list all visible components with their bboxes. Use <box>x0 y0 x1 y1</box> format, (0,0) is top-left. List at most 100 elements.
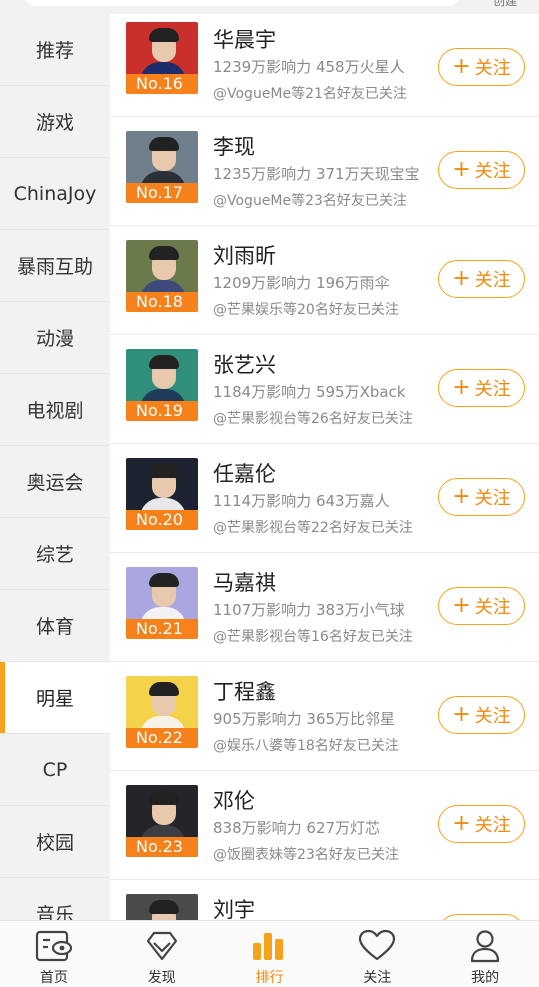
influence-stats: 1107万影响力 383万小气球 <box>213 601 405 619</box>
friends-following: @芒果娱乐等20名好友已关注 <box>213 302 399 318</box>
plus-icon: + <box>452 266 471 291</box>
category-label: 游戏 <box>35 112 74 134</box>
follow-label: 关注 <box>474 815 511 836</box>
category-item[interactable]: CP <box>0 734 110 806</box>
rank-badge: No.19 <box>126 401 198 421</box>
friends-following: @芒果影视台等26名好友已关注 <box>213 411 413 427</box>
celebrity-avatar[interactable]: No.18 <box>126 240 198 312</box>
top-search-bar: 创建 <box>0 0 539 14</box>
category-item[interactable]: 音乐 <box>0 878 110 920</box>
celebrity-avatar[interactable]: No.22 <box>126 676 198 748</box>
ranking-card[interactable]: No.17 李现 1235万影响力 371万天现宝宝 @VogueMe等23名好友已关… <box>110 117 539 226</box>
follow-button[interactable]: +关注 <box>438 587 525 625</box>
celebrity-name[interactable]: 李现 <box>213 131 255 161</box>
category-label: 推荐 <box>35 40 74 62</box>
rank-badge: No.18 <box>126 292 198 312</box>
category-item[interactable]: 推荐 <box>0 14 110 86</box>
category-item[interactable]: 体育 <box>0 590 110 662</box>
category-item[interactable]: 奥运会 <box>0 446 110 518</box>
celebrity-avatar[interactable]: No.23 <box>126 785 198 857</box>
follow-label: 关注 <box>474 161 511 182</box>
celebrity-name[interactable]: 邓伦 <box>213 785 255 815</box>
influence-stats: 905万影响力 365万比邻星 <box>213 710 396 728</box>
discover-diamond-icon <box>142 929 182 963</box>
follow-label: 关注 <box>474 58 511 79</box>
celebrity-name[interactable]: 任嘉伦 <box>213 458 276 488</box>
category-label: 音乐 <box>35 904 74 920</box>
nav-item[interactable]: 我的 <box>431 921 539 987</box>
follow-label: 关注 <box>474 706 511 727</box>
nav-item[interactable]: 排行 <box>216 921 324 987</box>
ranking-card[interactable]: No.20 任嘉伦 1114万影响力 643万嘉人 @芒果影视台等22名好友已关注 + 关… <box>110 444 539 553</box>
influence-stats: 1114万影响力 643万嘉人 <box>213 492 390 510</box>
ranking-card[interactable]: No.21 马嘉祺 1107万影响力 383万小气球 @芒果影视台等16名好友已关注 +… <box>110 553 539 662</box>
nav-item[interactable]: 首页 <box>0 921 108 987</box>
plus-icon: + <box>452 484 471 509</box>
friends-following: @娱乐八婆等18名好友已关注 <box>213 738 399 754</box>
influence-stats: 838万影响力 627万灯芯 <box>213 819 381 837</box>
friends-following: @饭圈表妹等23名好友已关注 <box>213 847 399 863</box>
influence-stats: 1209万影响力 196万雨伞 <box>213 274 390 292</box>
create-button[interactable]: 创建 <box>493 0 517 9</box>
ranking-card[interactable]: No.19 张艺兴 1184万影响力 595万Xback @芒果影视台等26名好友已关… <box>110 335 539 444</box>
influence-stats: 1235万影响力 371万天现宝宝 <box>213 165 420 183</box>
follow-button[interactable]: +关注 <box>438 151 525 189</box>
ranking-bars-icon <box>249 929 289 963</box>
influence-stats: 1239万影响力 458万火星人 <box>213 58 405 76</box>
celebrity-avatar[interactable]: No.16 <box>126 22 198 94</box>
plus-icon: + <box>452 375 471 400</box>
nav-label: 发现 <box>147 970 176 986</box>
category-item[interactable]: 明星 <box>0 662 110 734</box>
ranking-card[interactable]: No.22 丁程鑫 905万影响力 365万比邻星 @娱乐八婆等18名好友已关注 + 关注 <box>110 662 539 771</box>
follow-button[interactable]: +关注 <box>438 696 525 734</box>
celebrity-name[interactable]: 华晨宇 <box>213 24 276 54</box>
rank-badge: No.20 <box>126 510 198 530</box>
category-item[interactable]: 暴雨互助 <box>0 230 110 302</box>
celebrity-avatar[interactable]: No.20 <box>126 458 198 530</box>
rank-badge: No.23 <box>126 837 198 857</box>
celebrity-name[interactable]: 刘宇 <box>213 894 255 920</box>
celebrity-avatar[interactable]: No.21 <box>126 567 198 639</box>
nav-item[interactable]: 发现 <box>108 921 216 987</box>
avatar-hair-shape <box>149 791 179 805</box>
celebrity-name[interactable]: 丁程鑫 <box>213 676 276 706</box>
ranking-list: No.16 华晨宇 1239万影响力 458万火星人 @VogueMe等21名好友已关… <box>110 14 539 920</box>
celebrity-name[interactable]: 张艺兴 <box>213 349 276 379</box>
follow-label: 关注 <box>474 488 511 509</box>
ranking-card[interactable]: No.24刘宇+关注 <box>110 880 539 920</box>
ranking-card[interactable]: No.18 刘雨昕 1209万影响力 196万雨伞 @芒果娱乐等20名好友已关注 + 关注 <box>110 226 539 335</box>
category-sidebar: 推荐游戏 ChinaJoy 暴雨互助 动漫 电视剧奥运会综艺体育 明星 CP 校园音乐 <box>0 14 110 920</box>
follow-button[interactable]: +关注 <box>438 805 525 843</box>
category-item[interactable]: 游戏 <box>0 86 110 158</box>
celebrity-avatar[interactable]: No.19 <box>126 349 198 421</box>
follow-button[interactable]: +关注 <box>438 369 525 407</box>
celebrity-avatar[interactable]: No.17 <box>126 131 198 203</box>
category-label: 综艺 <box>35 544 74 566</box>
celebrity-avatar[interactable]: No.24 <box>126 894 198 920</box>
ranking-card[interactable]: No.23 邓伦 838万影响力 627万灯芯 @饭圈表妹等23名好友已关注 + 关注 <box>110 771 539 880</box>
follow-label: 关注 <box>474 379 511 400</box>
follow-label: 关注 <box>474 597 511 618</box>
bottom-nav: 首页 发现 排行 关注 我的 <box>0 920 539 987</box>
celebrity-name[interactable]: 马嘉祺 <box>213 567 276 597</box>
plus-icon: + <box>452 54 471 79</box>
follow-button[interactable]: +关注 <box>438 48 525 86</box>
avatar-hair-shape <box>149 246 179 260</box>
category-item[interactable]: 校园 <box>0 806 110 878</box>
category-item[interactable]: 动漫 <box>0 302 110 374</box>
category-item[interactable]: 综艺 <box>0 518 110 590</box>
search-input[interactable] <box>22 0 462 6</box>
celebrity-name[interactable]: 刘雨昕 <box>213 240 276 270</box>
category-label: 奥运会 <box>26 472 84 494</box>
category-item[interactable]: 电视剧 <box>0 374 110 446</box>
nav-item[interactable]: 关注 <box>323 921 431 987</box>
follow-button[interactable]: +关注 <box>438 478 525 516</box>
nav-label: 排行 <box>255 970 284 986</box>
rank-badge: No.16 <box>126 74 198 94</box>
plus-icon: + <box>452 593 471 618</box>
avatar-hair-shape <box>149 355 179 369</box>
category-item[interactable]: ChinaJoy <box>0 158 110 230</box>
ranking-card[interactable]: No.16 华晨宇 1239万影响力 458万火星人 @VogueMe等21名好友已关… <box>110 14 539 117</box>
friends-following: @芒果影视台等16名好友已关注 <box>213 629 413 645</box>
follow-button[interactable]: +关注 <box>438 260 525 298</box>
